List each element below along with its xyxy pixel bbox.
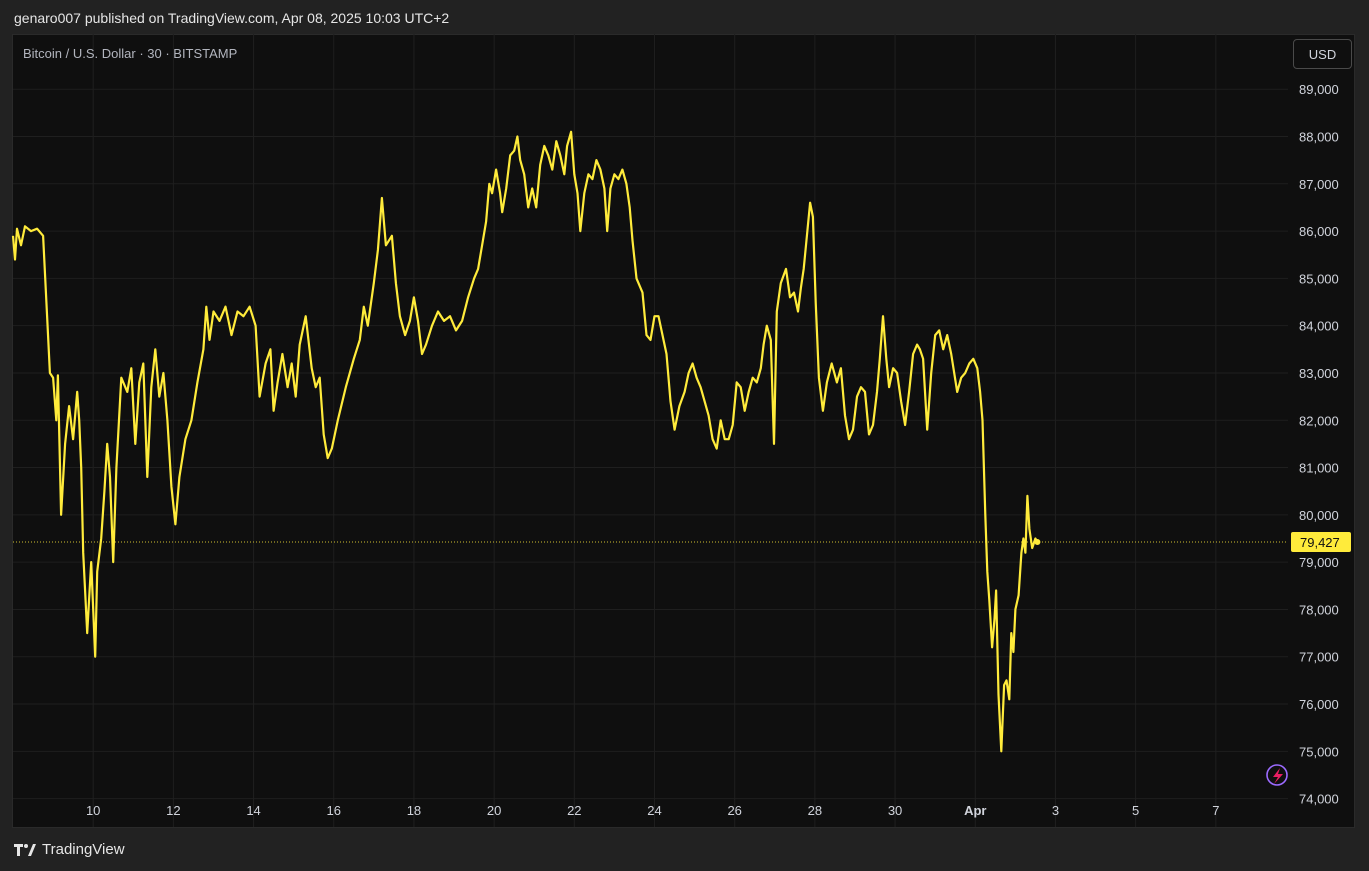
price-line-group — [11, 130, 1039, 753]
y-tick-label: 79,000 — [1299, 555, 1339, 570]
y-tick-label: 84,000 — [1299, 319, 1339, 334]
y-tick-label: 89,000 — [1299, 82, 1339, 97]
y-tick-label: 88,000 — [1299, 129, 1339, 144]
x-tick-label: 20 — [487, 803, 501, 818]
y-tick-label: 82,000 — [1299, 413, 1339, 428]
assistant-icon-bolt — [1273, 768, 1283, 784]
overlay: 79,427 — [13, 531, 1351, 786]
x-tick-label: 28 — [808, 803, 822, 818]
x-tick-label: 3 — [1052, 803, 1059, 818]
y-tick-label: 83,000 — [1299, 366, 1339, 381]
tradingview-logo-icon — [14, 843, 36, 856]
last-price-dot — [1034, 538, 1041, 545]
x-tick-label: 22 — [567, 803, 581, 818]
y-tick-label: 76,000 — [1299, 697, 1339, 712]
last-price-badge-label: 79,427 — [1300, 535, 1340, 550]
x-tick-label: 7 — [1212, 803, 1219, 818]
x-tick-label: 16 — [327, 803, 341, 818]
last-price-badge: 79,427 — [1291, 531, 1351, 552]
brand-name: TradingView — [42, 841, 125, 858]
x-tick-label: 24 — [647, 803, 661, 818]
grid-lines — [13, 34, 1288, 827]
y-tick-label: 75,000 — [1299, 744, 1339, 759]
x-tick-label: 18 — [407, 803, 421, 818]
x-tick-label: 14 — [246, 803, 260, 818]
y-tick-label: 85,000 — [1299, 271, 1339, 286]
currency-button[interactable]: USD — [1293, 39, 1352, 69]
axis-labels: 74,000 75,000 76,000 77,000 78,000 79,000 80,0… — [86, 82, 1339, 818]
x-tick-label: 10 — [86, 803, 100, 818]
y-tick-label: 86,000 — [1299, 224, 1339, 239]
assistant-lightning-icon[interactable] — [1266, 764, 1288, 786]
y-tick-label: 87,000 — [1299, 177, 1339, 192]
y-tick-label: 77,000 — [1299, 650, 1339, 665]
symbol-label: Bitcoin / U.S. Dollar · 30 · BITSTAMP — [23, 46, 238, 61]
price-chart[interactable]: 74,000 75,000 76,000 77,000 78,000 79,000 80,0… — [0, 0, 1369, 871]
x-tick-label: 26 — [727, 803, 741, 818]
tradingview-logo[interactable]: TradingView — [14, 841, 125, 858]
x-tick-label: 30 — [888, 803, 902, 818]
price-line — [11, 130, 1039, 753]
y-tick-label: 80,000 — [1299, 508, 1339, 523]
y-tick-label: 74,000 — [1299, 792, 1339, 807]
x-tick-label: 5 — [1132, 803, 1139, 818]
y-tick-label: 81,000 — [1299, 461, 1339, 476]
x-tick-label: 12 — [166, 803, 180, 818]
y-tick-label: 78,000 — [1299, 602, 1339, 617]
x-tick-label: Apr — [964, 803, 986, 818]
